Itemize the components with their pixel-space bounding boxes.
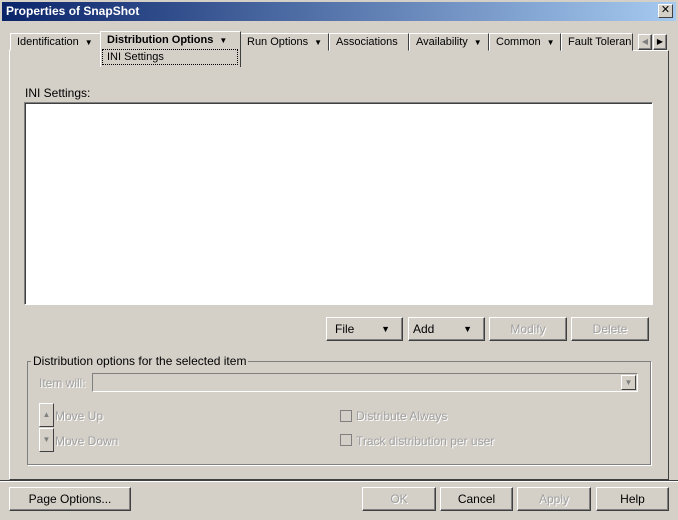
- item-will-select[interactable]: ▼: [92, 373, 638, 392]
- tab-label: Associations: [336, 36, 398, 48]
- file-button[interactable]: File ▼: [326, 317, 403, 341]
- arrow-up-icon: ▲: [42, 410, 51, 419]
- tab-fault-tolerance[interactable]: Fault Toleran: [561, 33, 633, 51]
- page-options-button[interactable]: Page Options...: [9, 487, 131, 511]
- tab-label: Distribution Options: [107, 34, 214, 46]
- arrow-left-icon: ◀: [641, 37, 649, 46]
- tab-identification[interactable]: Identification ▼: [10, 33, 101, 51]
- cancel-button[interactable]: Cancel: [440, 487, 513, 511]
- tab-run-options[interactable]: Run Options ▼: [240, 33, 329, 51]
- delete-button[interactable]: Delete: [571, 317, 649, 341]
- add-label: Add: [413, 322, 435, 336]
- tab-distribution-options[interactable]: Distribution Options ▼ INI Settings: [100, 31, 241, 67]
- track-per-user-checkbox[interactable]: [340, 434, 352, 446]
- window-title: Properties of SnapShot: [6, 4, 140, 18]
- subtab-ini-settings[interactable]: INI Settings: [102, 49, 238, 65]
- move-up-label: Move Up: [55, 409, 104, 423]
- ini-settings-label: INI Settings:: [25, 86, 91, 100]
- close-button[interactable]: ✕: [658, 4, 673, 18]
- chevron-down-icon[interactable]: ▼: [621, 375, 636, 390]
- title-bar: Properties of SnapShot: [2, 2, 676, 21]
- apply-button[interactable]: Apply: [517, 487, 591, 511]
- tab-scroll-right[interactable]: ▶: [653, 34, 667, 50]
- tab-label: Common: [496, 36, 541, 48]
- group-title: Distribution options for the selected it…: [31, 354, 249, 368]
- tab-common[interactable]: Common ▼: [489, 33, 561, 51]
- chevron-down-icon: ▼: [381, 324, 390, 334]
- item-will-label: Item will:: [39, 376, 86, 390]
- chevron-down-icon: ▼: [473, 38, 482, 47]
- move-down-label: Move Down: [55, 434, 119, 448]
- tab-label: Identification: [17, 36, 79, 48]
- tab-scroll-left[interactable]: ◀: [638, 34, 652, 50]
- arrow-down-icon: ▼: [42, 435, 51, 444]
- close-icon: ✕: [660, 4, 671, 16]
- subtab-label: INI Settings: [107, 51, 164, 63]
- move-down-button[interactable]: ▼: [39, 428, 54, 452]
- distribute-always-label: Distribute Always: [356, 409, 448, 423]
- help-button[interactable]: Help: [596, 487, 669, 511]
- modify-button[interactable]: Modify: [489, 317, 567, 341]
- tab-label: Fault Toleran: [568, 36, 632, 48]
- tab-availability[interactable]: Availability ▼: [409, 33, 489, 51]
- chevron-down-icon: ▼: [314, 38, 323, 47]
- tab-label: Run Options: [247, 36, 309, 48]
- add-button[interactable]: Add ▼: [408, 317, 485, 341]
- chevron-down-icon: ▼: [84, 38, 93, 47]
- move-up-button[interactable]: ▲: [39, 403, 54, 427]
- tab-label: Availability: [416, 36, 468, 48]
- ok-button[interactable]: OK: [362, 487, 436, 511]
- footer-divider: [0, 480, 678, 482]
- distribute-always-checkbox[interactable]: [340, 410, 352, 422]
- file-label: File: [335, 322, 355, 336]
- arrow-right-icon: ▶: [656, 37, 664, 46]
- tab-associations[interactable]: Associations: [329, 33, 409, 51]
- track-per-user-label: Track distribution per user: [356, 434, 495, 448]
- chevron-down-icon: ▼: [463, 324, 472, 334]
- chevron-down-icon: ▼: [219, 36, 228, 45]
- ini-settings-list[interactable]: [24, 102, 653, 305]
- chevron-down-icon: ▼: [546, 38, 555, 47]
